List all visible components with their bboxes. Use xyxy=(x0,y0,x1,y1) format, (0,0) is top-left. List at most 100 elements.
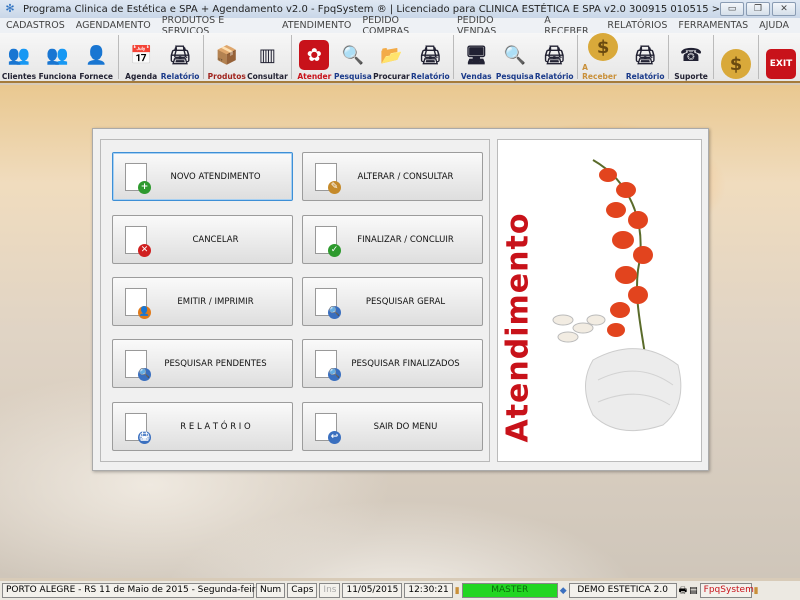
window-title: Programa Clinica de Estética e SPA + Age… xyxy=(23,3,737,15)
toolbar-button-clientes[interactable]: 👥 Clientes xyxy=(0,33,38,82)
toolbar-button-procurar[interactable]: 📂 Procurar xyxy=(372,33,410,82)
document-icon: ✎ xyxy=(309,160,343,194)
badge-icon: + xyxy=(138,180,151,194)
toolbar-button-funciona[interactable]: 👥 Funciona xyxy=(38,33,77,82)
status-date: 11/05/2015 xyxy=(342,583,403,598)
toolbar-label: Relatório xyxy=(625,72,665,81)
toolbar-label: Relatório xyxy=(160,72,200,81)
button-pesquisar-finalizados[interactable]: 🔍 PESQUISAR FINALIZADOS xyxy=(302,339,483,388)
toolbar-icon: 👤 xyxy=(84,44,108,66)
button-alterar-consultar[interactable]: ✎ ALTERAR / CONSULTAR xyxy=(302,152,483,201)
toolbar-button-relat-rio[interactable]: 🖨 Relatório xyxy=(625,33,665,82)
status-time: 12:30:21 xyxy=(404,583,453,598)
toolbar-separator xyxy=(453,35,455,79)
toolbar-icon: $ xyxy=(721,49,752,79)
badge-icon: 🔍 xyxy=(328,305,341,319)
toolbar-separator xyxy=(758,35,760,79)
toolbar-label: A Receber xyxy=(582,63,617,81)
toolbar-button-fornece[interactable]: 👤 Fornece xyxy=(77,33,115,82)
toolbar-label: Relatório xyxy=(411,72,450,81)
menu-ajuda[interactable]: AJUDA xyxy=(759,20,789,31)
close-button[interactable]: ✕ xyxy=(772,2,796,16)
toolbar-button-relat-rio[interactable]: 🖨 Relatório xyxy=(160,33,200,82)
status-ins: Ins xyxy=(319,583,341,598)
toolbar-icon: 🔍 xyxy=(503,44,526,66)
toolbar-button-pesquisa[interactable]: 🔍 Pesquisa xyxy=(333,33,372,82)
toolbar-icon: 🖨 xyxy=(542,44,566,66)
toolbar-separator xyxy=(203,35,205,79)
button-label: SAIR DO MENU xyxy=(373,421,438,432)
toolbar-icon: 🖨 xyxy=(418,44,442,66)
button-label: R E L A T Ó R I O xyxy=(180,421,251,432)
status-company: DEMO ESTETICA 2.0 xyxy=(568,583,677,598)
toolbar-icon: $ xyxy=(588,33,619,61)
badge-icon: ↩ xyxy=(328,430,341,444)
toolbar-button-item[interactable]: EXIT xyxy=(762,33,800,81)
button-label: EMITIR / IMPRIMIR xyxy=(177,296,254,307)
button-group: + NOVO ATENDIMENTO ✎ ALTERAR / CONSULTAR ✕ CA… xyxy=(100,139,490,462)
toolbar-button-suporte[interactable]: ☎ Suporte xyxy=(672,33,710,82)
minimize-button[interactable]: ▭ xyxy=(720,2,744,16)
toolbar-button-produtos[interactable]: 📦 Produtos xyxy=(207,33,246,82)
badge-icon: ✕ xyxy=(138,243,151,257)
menu-agendamento[interactable]: AGENDAMENTO xyxy=(76,20,151,31)
button-novo-atendimento[interactable]: + NOVO ATENDIMENTO xyxy=(112,152,293,201)
users-icon: ▮ xyxy=(454,585,460,596)
toolbar-button-pesquisa[interactable]: 🔍 Pesquisa xyxy=(495,33,534,82)
badge-icon: 🖨 xyxy=(138,430,151,444)
toolbar-icon: ✿ xyxy=(299,40,330,70)
toolbar-icon: 🖨 xyxy=(168,44,192,66)
toolbar-button-vendas[interactable]: 🖥 Vendas xyxy=(457,33,495,82)
status-location: PORTO ALEGRE - RS 11 de Maio de 2015 - S… xyxy=(2,583,261,598)
button-r-e-l-a-t-r-i-o[interactable]: 🖨 R E L A T Ó R I O xyxy=(112,402,293,451)
toolbar-icon: 👥 xyxy=(46,44,69,66)
button-pesquisar-pendentes[interactable]: 🔍 PESQUISAR PENDENTES xyxy=(112,339,293,388)
button-pesquisar-geral[interactable]: 🔍 PESQUISAR GERAL xyxy=(302,277,483,326)
button-label: FINALIZAR / CONCLUIR xyxy=(357,234,454,245)
toolbar-label: Pesquisa xyxy=(333,72,372,81)
toolbar-button-atender[interactable]: ✿ Atender xyxy=(295,33,333,81)
printer-icon[interactable]: 🖶 xyxy=(679,583,688,599)
document-icon: 👤 xyxy=(119,285,153,319)
button-finalizar-concluir[interactable]: ✓ FINALIZAR / CONCLUIR xyxy=(302,215,483,264)
menu-atendimento[interactable]: ATENDIMENTO xyxy=(282,20,351,31)
toolbar-icon: 📅 xyxy=(129,44,153,66)
button-label: PESQUISAR GERAL xyxy=(365,296,446,307)
button-sair-do-menu[interactable]: ↩ SAIR DO MENU xyxy=(302,402,483,451)
toolbar-icon: 📂 xyxy=(380,44,403,66)
toolbar-label: Fornece xyxy=(79,72,114,81)
restore-button[interactable]: ❐ xyxy=(746,2,770,16)
button-cancelar[interactable]: ✕ CANCELAR xyxy=(112,215,293,264)
toolbar-label: Agenda xyxy=(125,72,158,81)
toolbar-label: Clientes xyxy=(1,72,37,81)
button-emitir-imprimir[interactable]: 👤 EMITIR / IMPRIMIR xyxy=(112,277,293,326)
button-label: NOVO ATENDIMENTO xyxy=(170,171,261,182)
toolbar-button-agenda[interactable]: 📅 Agenda xyxy=(122,33,160,82)
button-label: PESQUISAR FINALIZADOS xyxy=(351,358,460,369)
document-icon: 🔍 xyxy=(119,347,153,381)
toolbar-button-item[interactable]: $ xyxy=(717,33,755,81)
badge-icon: 👤 xyxy=(138,305,151,319)
document-icon: ✓ xyxy=(309,223,343,257)
toolbar-label: Pesquisa xyxy=(495,72,534,81)
toolbar-separator xyxy=(713,35,715,79)
toolbar-button-relat-rio[interactable]: 🖨 Relatório xyxy=(534,33,574,82)
toolbar-button-a-receber[interactable]: $ A Receber xyxy=(581,33,625,81)
toolbar-icon: EXIT xyxy=(766,49,797,79)
computer-icon[interactable]: ▤ xyxy=(689,586,698,596)
app-icon: ✻ xyxy=(5,2,15,15)
spa-image: Atendimento xyxy=(497,139,702,462)
status-user: MASTER xyxy=(461,583,558,598)
toolbar-icon: 👥 xyxy=(7,44,31,66)
toolbar-label: Funciona xyxy=(38,72,77,81)
toolbar-label: Procurar xyxy=(373,72,410,81)
status-brand: FpqSystem xyxy=(699,583,754,598)
toolbar-separator xyxy=(577,35,579,79)
menu-ferramentas[interactable]: FERRAMENTAS xyxy=(678,20,748,31)
toolbar-button-relat-rio[interactable]: 🖨 Relatório xyxy=(410,33,450,82)
menu-cadastros[interactable]: CADASTROS xyxy=(6,20,65,31)
menu-relat-rios[interactable]: RELATÓRIOS xyxy=(607,20,667,31)
document-icon: 🔍 xyxy=(309,285,343,319)
toolbar-button-consultar[interactable]: ▥ Consultar xyxy=(246,33,288,82)
toolbar-label: Atender xyxy=(297,72,332,81)
